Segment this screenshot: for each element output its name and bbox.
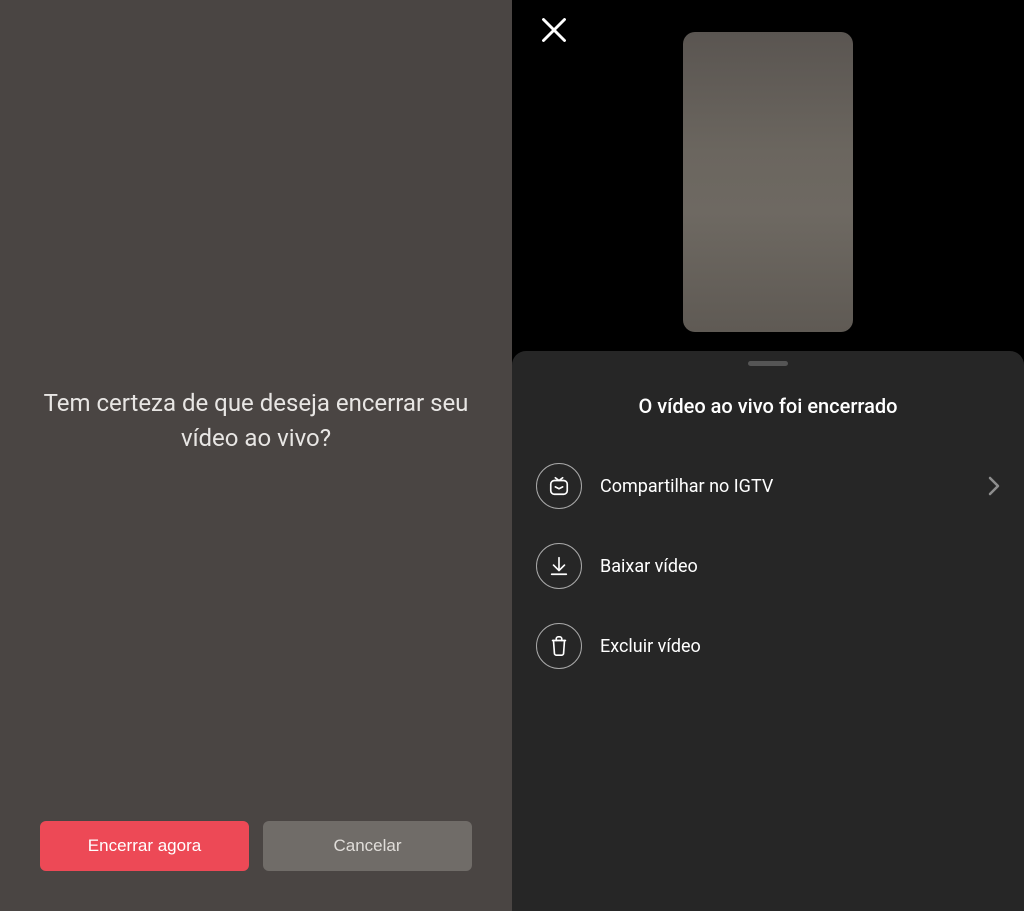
sheet-options-list: Compartilhar no IGTV Baixar vídeo (512, 446, 1024, 686)
confirm-end-live-panel: Tem certeza de que deseja encerrar seu v… (0, 0, 512, 911)
option-share-igtv-label: Compartilhar no IGTV (600, 476, 988, 497)
end-now-button-label: Encerrar agora (88, 836, 201, 856)
end-now-button[interactable]: Encerrar agora (40, 821, 249, 871)
option-delete-video[interactable]: Excluir vídeo (536, 606, 1000, 686)
igtv-icon (548, 475, 570, 497)
option-download-video-label: Baixar vídeo (600, 556, 1000, 577)
cancel-button-label: Cancelar (333, 836, 401, 856)
trash-icon-wrap (536, 623, 582, 669)
confirm-buttons-row: Encerrar agora Cancelar (0, 821, 512, 871)
drag-handle[interactable] (748, 361, 788, 366)
download-icon-wrap (536, 543, 582, 589)
option-delete-video-label: Excluir vídeo (600, 636, 1000, 657)
sheet-title: O vídeo ao vivo foi encerrado (512, 394, 1024, 418)
video-thumbnail (683, 32, 853, 332)
option-share-igtv[interactable]: Compartilhar no IGTV (536, 446, 1000, 526)
igtv-icon-wrap (536, 463, 582, 509)
close-button[interactable] (540, 16, 568, 44)
close-icon (540, 16, 568, 44)
cancel-button[interactable]: Cancelar (263, 821, 472, 871)
live-ended-panel: O vídeo ao vivo foi encerrado Compartilh… (512, 0, 1024, 911)
option-download-video[interactable]: Baixar vídeo (536, 526, 1000, 606)
chevron-right-icon (988, 476, 1000, 496)
download-icon (548, 555, 570, 577)
confirm-message-text: Tem certeza de que deseja encerrar seu v… (40, 386, 472, 456)
trash-icon (548, 635, 570, 657)
bottom-sheet: O vídeo ao vivo foi encerrado Compartilh… (512, 351, 1024, 911)
confirm-message-container: Tem certeza de que deseja encerrar seu v… (0, 0, 512, 911)
